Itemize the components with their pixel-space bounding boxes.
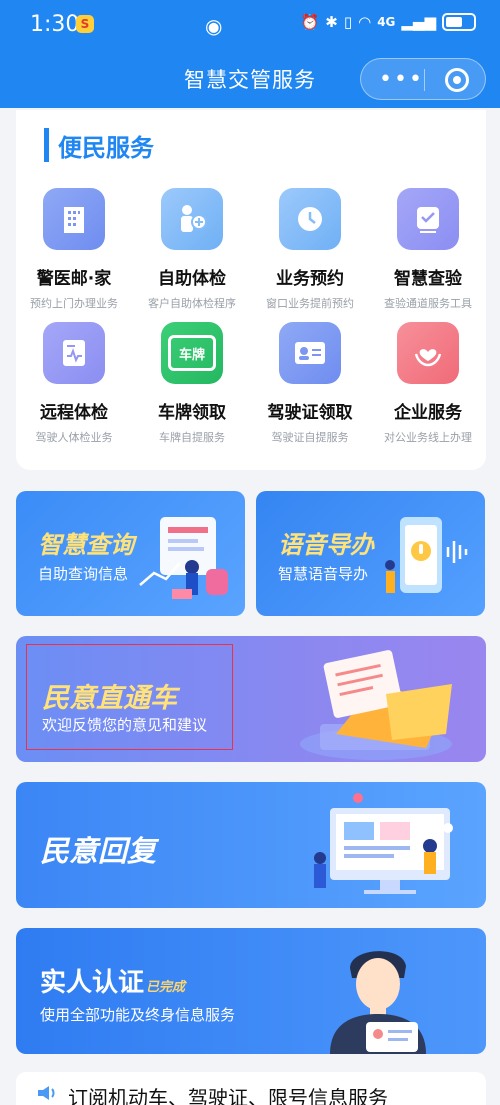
subscription-entry[interactable]: 订阅机动车、驾驶证、限号信息服务 (16, 1072, 486, 1105)
auth-status-badge: 已完成 (146, 980, 186, 995)
service-description: 客户自助体检程序 (148, 297, 236, 310)
service-smart-inspection[interactable]: 智慧查验 查验通道服务工具 (369, 188, 487, 311)
public-reply-banner[interactable]: 民意回复 (16, 782, 486, 908)
real-name-auth-banner[interactable]: 实人认证 已完成 使用全部功能及终身信息服务 (16, 928, 486, 1054)
vibrate-icon: ▯ (343, 13, 353, 31)
voice-guide-banner[interactable]: 语音导办 智慧语音导办 (256, 491, 485, 616)
building-icon (43, 188, 105, 250)
subscription-text: 订阅机动车、驾驶证、限号信息服务 (68, 1086, 388, 1105)
plate-text: 车牌 (168, 335, 216, 371)
license-plate-icon: 车牌 (161, 322, 223, 384)
header: 1:30 S ◉ ⏰ ✱ ▯ ◠ 4G ▂▄▆ 智慧交管服务 ••• (0, 0, 500, 108)
miniapp-capsule: ••• (360, 58, 486, 100)
auth-title: 实人认证 (40, 968, 145, 998)
banner-title: 智慧查询 (38, 531, 134, 559)
banner-title: 语音导办 (278, 531, 374, 559)
person-plus-icon (161, 188, 223, 250)
status-icons: ⏰ ✱ ▯ ◠ 4G ▂▄▆ (301, 13, 476, 31)
battery-icon (442, 13, 476, 31)
service-name: 警医邮·家 (36, 269, 112, 289)
more-menu-button[interactable]: ••• (379, 67, 424, 92)
service-description: 查验通道服务工具 (384, 297, 472, 310)
service-name: 驾驶证领取 (267, 403, 353, 423)
reply-illustration (314, 793, 453, 894)
query-illustration (139, 517, 228, 599)
service-description: 车牌自提服务 (159, 431, 225, 444)
app-notification-icon: S (76, 15, 94, 33)
service-description: 驾驶证自提服务 (271, 431, 349, 444)
section-title: 便民服务 (58, 134, 154, 162)
smart-query-banner[interactable]: 智慧查询 自助查询信息 (16, 491, 245, 616)
service-description: 预约上门办理业务 (30, 297, 118, 310)
service-description: 窗口业务提前预约 (266, 297, 354, 310)
service-enterprise[interactable]: 企业服务 对公业务线上办理 (369, 322, 487, 445)
bluetooth-icon: ✱ (325, 13, 338, 31)
letters-illustration (300, 650, 452, 760)
service-license-pickup[interactable]: 驾驶证领取 驾驶证自提服务 (251, 322, 369, 445)
service-name: 企业服务 (394, 403, 462, 423)
network-type: 4G (377, 15, 396, 29)
health-report-icon (43, 322, 105, 384)
service-remote-checkup[interactable]: 远程体检 驾驶人体检业务 (15, 322, 133, 445)
service-description: 对公业务线上办理 (384, 431, 472, 444)
eye-icon: ◉ (205, 14, 223, 38)
service-name: 业务预约 (276, 269, 344, 289)
clock-icon (279, 188, 341, 250)
banner-subtitle: 智慧语音导办 (278, 565, 369, 583)
banner-title: 民意回复 (40, 834, 157, 868)
section-accent-bar (44, 128, 49, 162)
banner-subtitle: 使用全部功能及终身信息服务 (40, 1006, 236, 1024)
close-miniapp-button[interactable] (445, 68, 469, 92)
signal-icon: ▂▄▆ (401, 13, 436, 31)
wifi-icon: ◠ (358, 13, 372, 31)
status-time: 1:30 (30, 12, 80, 37)
service-plate-pickup[interactable]: 车牌 车牌领取 车牌自提服务 (133, 322, 251, 445)
convenience-services-card: 便民服务 警医邮·家 预约上门办理业务 自助体检 客户自助体检程序 业务预约 窗… (16, 110, 486, 470)
service-name: 车牌领取 (158, 403, 226, 423)
checklist-icon (397, 188, 459, 250)
status-bar: 1:30 S ◉ ⏰ ✱ ▯ ◠ 4G ▂▄▆ (0, 0, 500, 48)
service-self-checkup[interactable]: 自助体检 客户自助体检程序 (133, 188, 251, 311)
public-feedback-banner[interactable]: 民意直通车 欢迎反馈您的意见和建议 (16, 636, 486, 762)
speaker-icon (38, 1086, 55, 1100)
person-id-illustration (330, 951, 426, 1054)
service-name: 远程体检 (40, 403, 108, 423)
service-appointment[interactable]: 业务预约 窗口业务提前预约 (251, 188, 369, 311)
alarm-icon: ⏰ (300, 13, 320, 31)
voice-illustration (385, 517, 468, 593)
banner-title: 实人认证 已完成 (40, 962, 185, 999)
id-card-icon (279, 322, 341, 384)
heart-hands-icon (397, 322, 459, 384)
banner-subtitle: 自助查询信息 (38, 565, 129, 583)
capsule-divider (424, 69, 425, 91)
service-description: 驾驶人体检业务 (35, 431, 113, 444)
service-police-home[interactable]: 警医邮·家 预约上门办理业务 (15, 188, 133, 311)
service-name: 自助体检 (158, 269, 226, 289)
banner-title: 民意直通车 (42, 683, 177, 714)
service-name: 智慧查验 (394, 269, 462, 289)
banner-subtitle: 欢迎反馈您的意见和建议 (42, 716, 208, 734)
